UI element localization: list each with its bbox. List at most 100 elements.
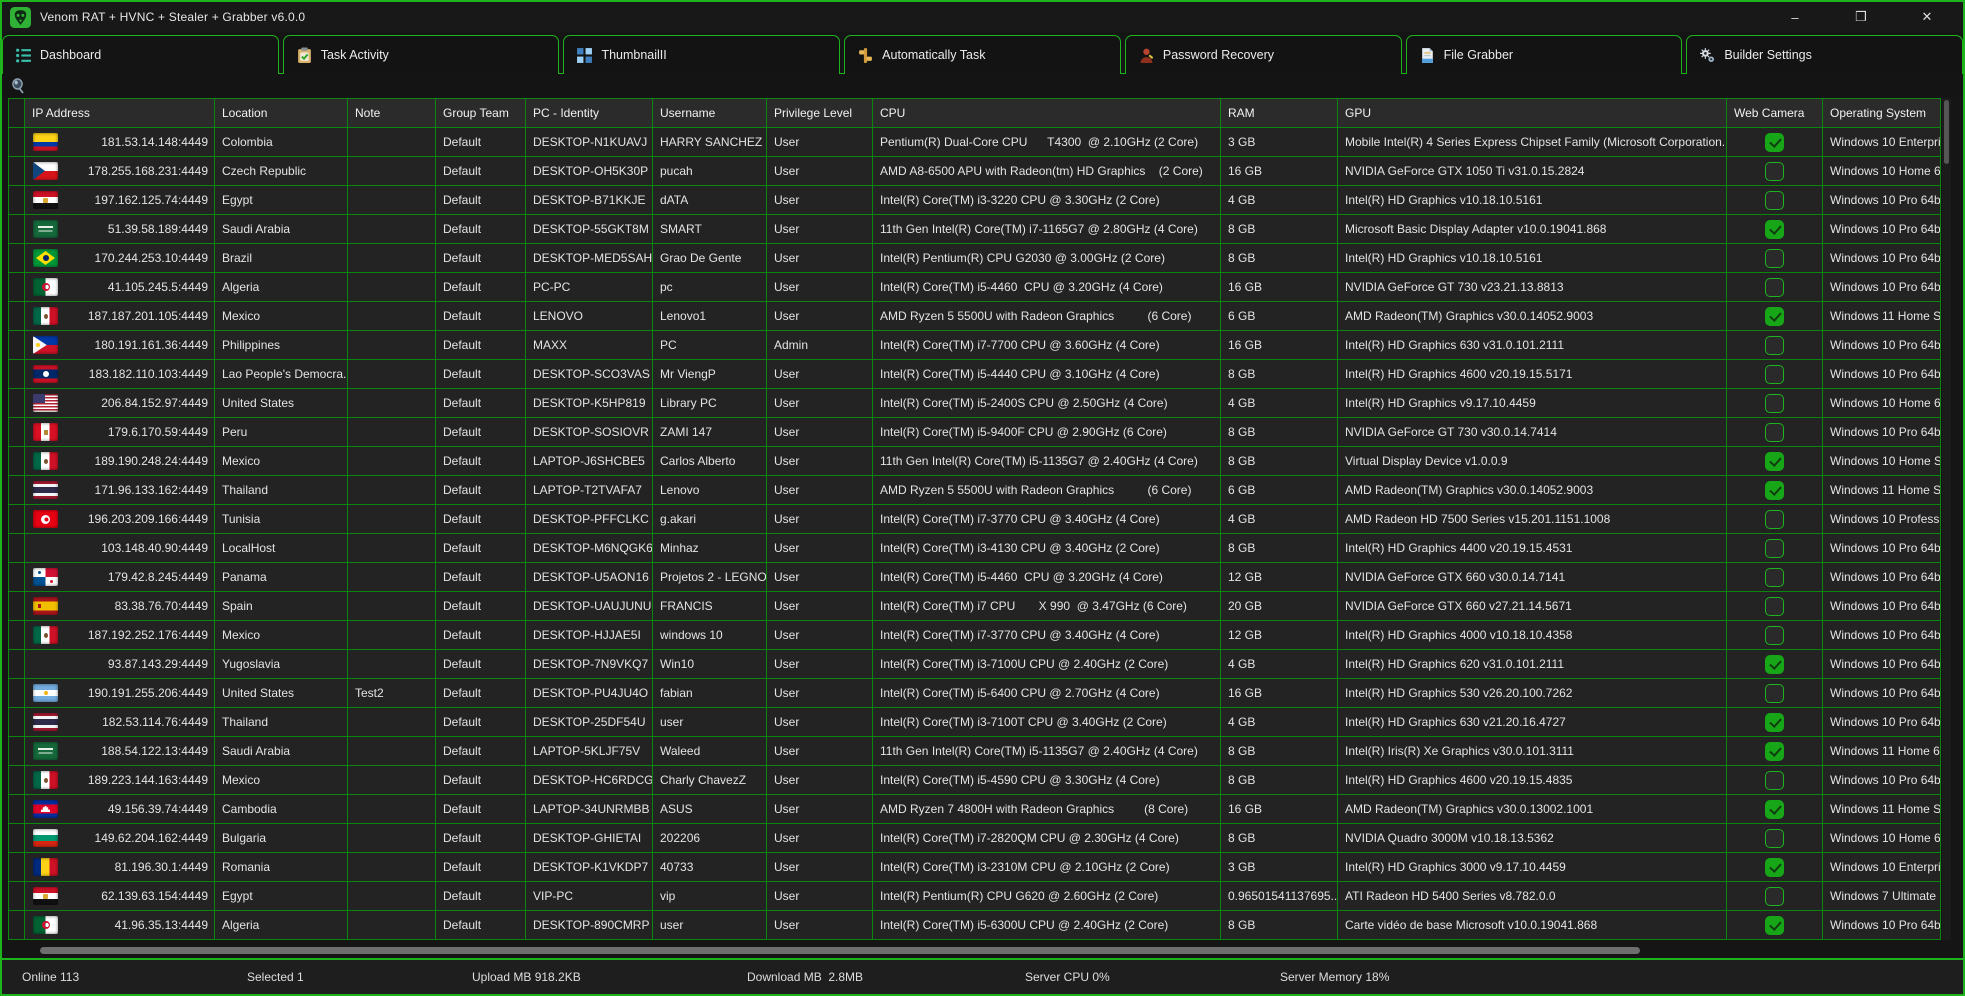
webcam-checkbox[interactable]: [1765, 539, 1784, 558]
cell-operating-system[interactable]: Windows 10 Pro 64bit: [1823, 708, 1940, 736]
cell-ip-address[interactable]: 189.223.144.163:4449: [25, 766, 214, 794]
cell-username[interactable]: FRANCIS: [653, 592, 766, 620]
row-selector[interactable]: [9, 215, 24, 243]
webcam-checkbox[interactable]: [1765, 481, 1784, 500]
cell-username[interactable]: pucah: [653, 157, 766, 185]
cell-username[interactable]: user: [653, 911, 766, 939]
cell-operating-system[interactable]: Windows 10 Enterprise: [1823, 853, 1940, 881]
horizontal-scrollbar-thumb[interactable]: [40, 947, 1640, 954]
cell-cpu[interactable]: Intel(R) Core(TM) i5-9400F CPU @ 2.90GHz…: [873, 418, 1220, 446]
header-ram[interactable]: RAM: [1221, 99, 1337, 127]
webcam-checkbox[interactable]: [1765, 423, 1784, 442]
cell-privilege-level[interactable]: Admin: [767, 331, 872, 359]
cell-group-team[interactable]: Default: [436, 273, 525, 301]
cell-gpu[interactable]: NVIDIA GeForce GTX 1050 Ti v31.0.15.2824: [1338, 157, 1726, 185]
row-selector[interactable]: [9, 186, 24, 214]
cell-ip-address[interactable]: 183.182.110.103:4449: [25, 360, 214, 388]
cell-privilege-level[interactable]: User: [767, 215, 872, 243]
cell-ip-address[interactable]: 188.54.122.13:4449: [25, 737, 214, 765]
cell-cpu[interactable]: Intel(R) Pentium(R) CPU G2030 @ 3.00GHz …: [873, 244, 1220, 272]
cell-cpu[interactable]: Intel(R) Core(TM) i5-6400 CPU @ 2.70GHz …: [873, 679, 1220, 707]
cell-ip-address[interactable]: 171.96.133.162:4449: [25, 476, 214, 504]
cell-gpu[interactable]: Intel(R) HD Graphics 630 v21.20.16.4727: [1338, 708, 1726, 736]
cell-note[interactable]: [348, 360, 435, 388]
webcam-checkbox[interactable]: [1765, 771, 1784, 790]
cell-gpu[interactable]: Intel(R) HD Graphics 630 v31.0.101.2111: [1338, 331, 1726, 359]
cell-location[interactable]: Brazil: [215, 244, 347, 272]
cell-group-team[interactable]: Default: [436, 302, 525, 330]
cell-ip-address[interactable]: 179.6.170.59:4449: [25, 418, 214, 446]
row-selector[interactable]: [9, 331, 24, 359]
cell-location[interactable]: United States: [215, 389, 347, 417]
cell-operating-system[interactable]: Windows 10 Pro 64bit: [1823, 679, 1940, 707]
cell-ram[interactable]: 4 GB: [1221, 708, 1337, 736]
webcam-checkbox[interactable]: [1765, 394, 1784, 413]
cell-operating-system[interactable]: Windows 10 Pro 64bit: [1823, 215, 1940, 243]
cell-ram[interactable]: 8 GB: [1221, 737, 1337, 765]
cell-group-team[interactable]: Default: [436, 911, 525, 939]
webcam-checkbox[interactable]: [1765, 684, 1784, 703]
cell-pc-identity[interactable]: DESKTOP-K5HP819: [526, 389, 652, 417]
cell-privilege-level[interactable]: User: [767, 592, 872, 620]
cell-note[interactable]: [348, 128, 435, 156]
cell-location[interactable]: Mexico: [215, 621, 347, 649]
cell-note[interactable]: Test2: [348, 679, 435, 707]
cell-group-team[interactable]: Default: [436, 824, 525, 852]
cell-gpu[interactable]: AMD Radeon(TM) Graphics v30.0.14052.9003: [1338, 302, 1726, 330]
row-selector[interactable]: [9, 824, 24, 852]
row-selector[interactable]: [9, 418, 24, 446]
cell-privilege-level[interactable]: User: [767, 186, 872, 214]
cell-cpu[interactable]: Intel(R) Pentium(R) CPU G620 @ 2.60GHz (…: [873, 882, 1220, 910]
cell-username[interactable]: Charly ChavezZ: [653, 766, 766, 794]
cell-operating-system[interactable]: Windows 10 Pro 64bit: [1823, 563, 1940, 591]
cell-note[interactable]: [348, 621, 435, 649]
cell-cpu[interactable]: AMD Ryzen 5 5500U with Radeon Graphics (…: [873, 302, 1220, 330]
cell-pc-identity[interactable]: DESKTOP-PFFCLKC: [526, 505, 652, 533]
cell-gpu[interactable]: Intel(R) HD Graphics v9.17.10.4459: [1338, 389, 1726, 417]
cell-operating-system[interactable]: Windows 10 Enterprise: [1823, 128, 1940, 156]
cell-privilege-level[interactable]: User: [767, 389, 872, 417]
webcam-checkbox[interactable]: [1765, 829, 1784, 848]
cell-group-team[interactable]: Default: [436, 186, 525, 214]
cell-location[interactable]: Egypt: [215, 186, 347, 214]
webcam-checkbox[interactable]: [1765, 452, 1784, 471]
cell-pc-identity[interactable]: LENOVO: [526, 302, 652, 330]
cell-pc-identity[interactable]: DESKTOP-OH5K30P: [526, 157, 652, 185]
cell-location[interactable]: Thailand: [215, 476, 347, 504]
cell-pc-identity[interactable]: LAPTOP-5KLJF75V: [526, 737, 652, 765]
webcam-checkbox[interactable]: [1765, 742, 1784, 761]
cell-note[interactable]: [348, 911, 435, 939]
row-selector[interactable]: [9, 592, 24, 620]
cell-operating-system[interactable]: Windows 11 Home Single: [1823, 476, 1940, 504]
webcam-checkbox[interactable]: [1765, 307, 1784, 326]
cell-gpu[interactable]: Mobile Intel(R) 4 Series Express Chipset…: [1338, 128, 1726, 156]
cell-location[interactable]: Lao People's Democra...: [215, 360, 347, 388]
cell-cpu[interactable]: AMD Ryzen 7 4800H with Radeon Graphics (…: [873, 795, 1220, 823]
cell-ram[interactable]: 4 GB: [1221, 650, 1337, 678]
cell-group-team[interactable]: Default: [436, 621, 525, 649]
cell-ram[interactable]: 8 GB: [1221, 534, 1337, 562]
cell-ip-address[interactable]: 197.162.125.74:4449: [25, 186, 214, 214]
cell-group-team[interactable]: Default: [436, 766, 525, 794]
cell-username[interactable]: Minhaz: [653, 534, 766, 562]
cell-group-team[interactable]: Default: [436, 476, 525, 504]
header-location[interactable]: Location: [215, 99, 347, 127]
cell-note[interactable]: [348, 563, 435, 591]
cell-cpu[interactable]: Intel(R) Core(TM) i3-3220 CPU @ 3.30GHz …: [873, 186, 1220, 214]
header-privilege-level[interactable]: Privilege Level: [767, 99, 872, 127]
cell-note[interactable]: [348, 331, 435, 359]
cell-gpu[interactable]: Intel(R) HD Graphics 4400 v20.19.15.4531: [1338, 534, 1726, 562]
cell-group-team[interactable]: Default: [436, 853, 525, 881]
cell-gpu[interactable]: AMD Radeon(TM) Graphics v30.0.14052.9003: [1338, 476, 1726, 504]
cell-note[interactable]: [348, 882, 435, 910]
cell-gpu[interactable]: NVIDIA GeForce GTX 660 v30.0.14.7141: [1338, 563, 1726, 591]
cell-cpu[interactable]: Intel(R) Core(TM) i5-6300U CPU @ 2.40GHz…: [873, 911, 1220, 939]
cell-note[interactable]: [348, 824, 435, 852]
row-selector[interactable]: [9, 650, 24, 678]
cell-ip-address[interactable]: 41.96.35.13:4449: [25, 911, 214, 939]
close-button[interactable]: ✕: [1917, 9, 1937, 25]
cell-operating-system[interactable]: Windows 10 Professional: [1823, 505, 1940, 533]
cell-gpu[interactable]: Intel(R) HD Graphics 3000 v9.17.10.4459: [1338, 853, 1726, 881]
tab-builder-settings[interactable]: Builder Settings: [1686, 35, 1963, 74]
cell-note[interactable]: [348, 302, 435, 330]
